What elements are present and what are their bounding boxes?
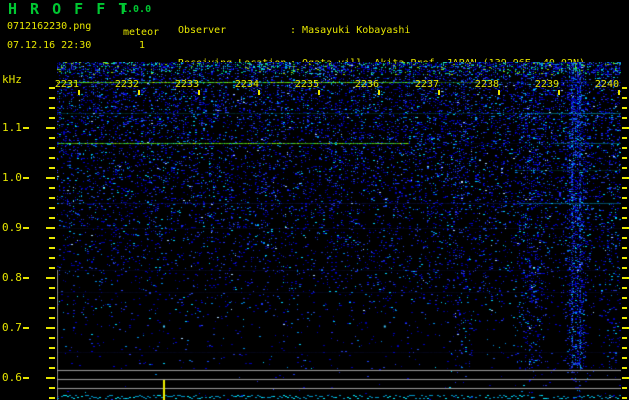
y-tick-dash xyxy=(23,277,29,279)
y-tick-right xyxy=(622,247,627,249)
y-tick-left xyxy=(49,87,55,89)
y-tick-left xyxy=(49,197,55,199)
spectrogram-canvas xyxy=(57,62,621,400)
y-tick-label: 1.1 xyxy=(2,121,22,134)
y-tick-dash xyxy=(23,127,29,129)
y-tick-right xyxy=(622,237,627,239)
y-tick-left xyxy=(46,227,55,229)
hrofft-screen: H R O F F T 1.0.0 0712162230.png meteor … xyxy=(0,0,629,400)
y-tick-left xyxy=(46,377,55,379)
capture-datetime: 07.12.16 22:30 xyxy=(7,40,92,51)
y-tick-dash xyxy=(23,327,29,329)
y-tick-label: 1.0 xyxy=(2,171,22,184)
y-tick-left xyxy=(49,287,55,289)
y-tick-left xyxy=(49,267,55,269)
y-tick-left xyxy=(49,247,55,249)
y-tick-right xyxy=(622,97,627,99)
station-row-observer: Observer: Masayuki Kobayashi xyxy=(178,25,585,36)
y-tick-right xyxy=(622,117,627,119)
y-tick-right xyxy=(622,127,629,129)
y-tick-right xyxy=(622,187,627,189)
y-axis-unit-label: kHz xyxy=(2,73,22,86)
y-tick-right xyxy=(622,197,627,199)
y-tick-left xyxy=(46,127,55,129)
capture-filename: 0712162230.png xyxy=(7,21,92,32)
mode-label: meteor xyxy=(123,27,160,38)
y-tick-label: 0.7 xyxy=(2,321,22,334)
y-tick-right xyxy=(622,287,627,289)
y-tick-right xyxy=(622,137,627,139)
y-tick-right xyxy=(622,367,627,369)
y-tick-right xyxy=(622,277,629,279)
y-tick-right xyxy=(622,397,627,399)
y-tick-left xyxy=(49,137,55,139)
y-tick-right xyxy=(622,207,627,209)
y-tick-left xyxy=(49,347,55,349)
y-tick-right xyxy=(622,377,629,379)
y-tick-right xyxy=(622,357,627,359)
y-tick-left xyxy=(49,357,55,359)
y-tick-label: 0.9 xyxy=(2,221,22,234)
separator: : xyxy=(290,25,303,36)
y-tick-right xyxy=(622,87,627,89)
y-tick-left xyxy=(49,387,55,389)
y-tick-left xyxy=(46,327,55,329)
y-tick-right xyxy=(622,257,627,259)
y-tick-left xyxy=(49,147,55,149)
y-tick-right xyxy=(622,177,629,179)
y-tick-right xyxy=(622,267,627,269)
station-label: Observer xyxy=(178,25,227,36)
y-tick-left xyxy=(49,167,55,169)
y-tick-right xyxy=(622,317,627,319)
app-title: H R O F F T xyxy=(8,0,130,18)
y-tick-right xyxy=(622,107,627,109)
y-tick-left xyxy=(49,307,55,309)
y-tick-right xyxy=(622,227,629,229)
y-tick-right xyxy=(622,387,627,389)
station-value: Masayuki Kobayashi xyxy=(302,25,411,36)
y-tick-right xyxy=(622,337,627,339)
y-tick-left xyxy=(49,317,55,319)
y-tick-left xyxy=(49,237,55,239)
y-tick-left xyxy=(49,187,55,189)
meteor-count: 1 xyxy=(139,40,146,51)
y-tick-right xyxy=(622,297,627,299)
y-tick-right xyxy=(622,217,627,219)
y-tick-left xyxy=(49,337,55,339)
y-tick-left xyxy=(49,97,55,99)
y-tick-right xyxy=(622,327,629,329)
y-tick-left xyxy=(46,277,55,279)
y-tick-left xyxy=(49,367,55,369)
y-tick-dash xyxy=(23,377,29,379)
y-tick-left xyxy=(49,217,55,219)
app-version: 1.0.0 xyxy=(121,4,152,15)
y-tick-left xyxy=(49,107,55,109)
y-tick-left xyxy=(49,117,55,119)
y-tick-left xyxy=(49,157,55,159)
y-tick-left xyxy=(49,297,55,299)
y-tick-right xyxy=(622,157,627,159)
y-tick-left xyxy=(46,177,55,179)
y-tick-dash xyxy=(23,177,29,179)
y-tick-dash xyxy=(23,227,29,229)
y-tick-left xyxy=(49,257,55,259)
y-tick-right xyxy=(622,307,627,309)
y-tick-label: 0.6 xyxy=(2,371,22,384)
y-tick-right xyxy=(622,147,627,149)
y-tick-label: 0.8 xyxy=(2,271,22,284)
y-tick-left xyxy=(49,397,55,399)
y-tick-right xyxy=(622,167,627,169)
y-tick-left xyxy=(49,207,55,209)
y-tick-right xyxy=(622,347,627,349)
